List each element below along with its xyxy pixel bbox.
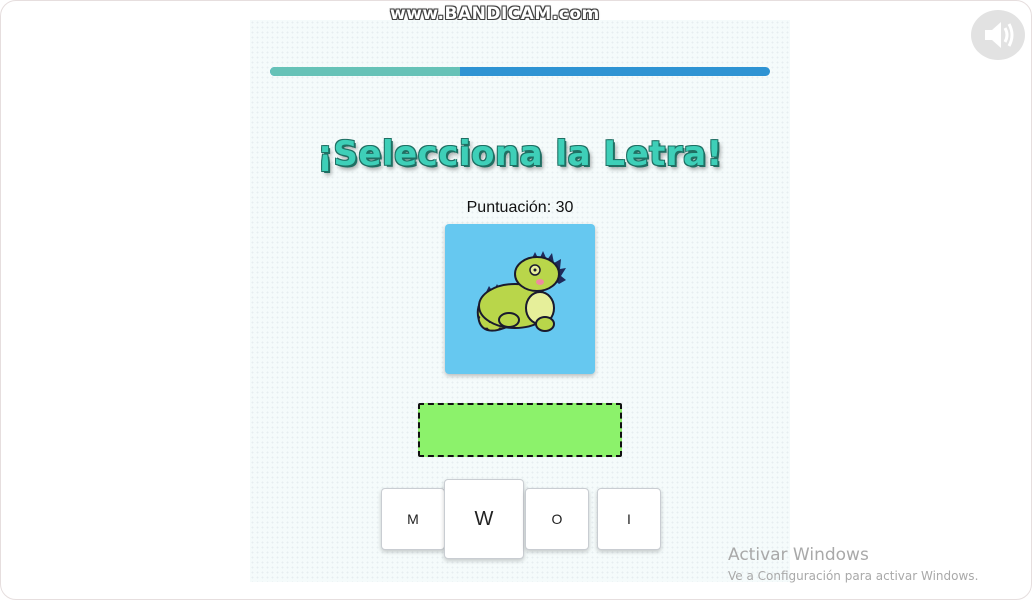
activation-subtitle: Ve a Configuración para activar Windows. (728, 569, 979, 583)
sound-toggle-button[interactable] (971, 10, 1025, 60)
letter-button-o[interactable]: O (525, 488, 589, 550)
letter-button-w[interactable]: W (444, 479, 524, 559)
windows-activation-notice: Activar Windows Ve a Configuración para … (728, 545, 978, 583)
iguana-illustration (476, 251, 566, 332)
progress-fill (270, 67, 460, 76)
speaker-icon (985, 22, 1014, 48)
letter-button-m[interactable]: M (381, 488, 445, 550)
letter-button-i[interactable]: I (597, 488, 661, 550)
answer-drop-zone[interactable] (418, 403, 622, 457)
score-label: Puntuación: 30 (466, 199, 574, 216)
page-title: ¡Selecciona la Letra! (317, 134, 723, 174)
activation-title: Activar Windows (728, 545, 869, 565)
progress-bar (270, 67, 770, 76)
picture-card (445, 224, 595, 374)
